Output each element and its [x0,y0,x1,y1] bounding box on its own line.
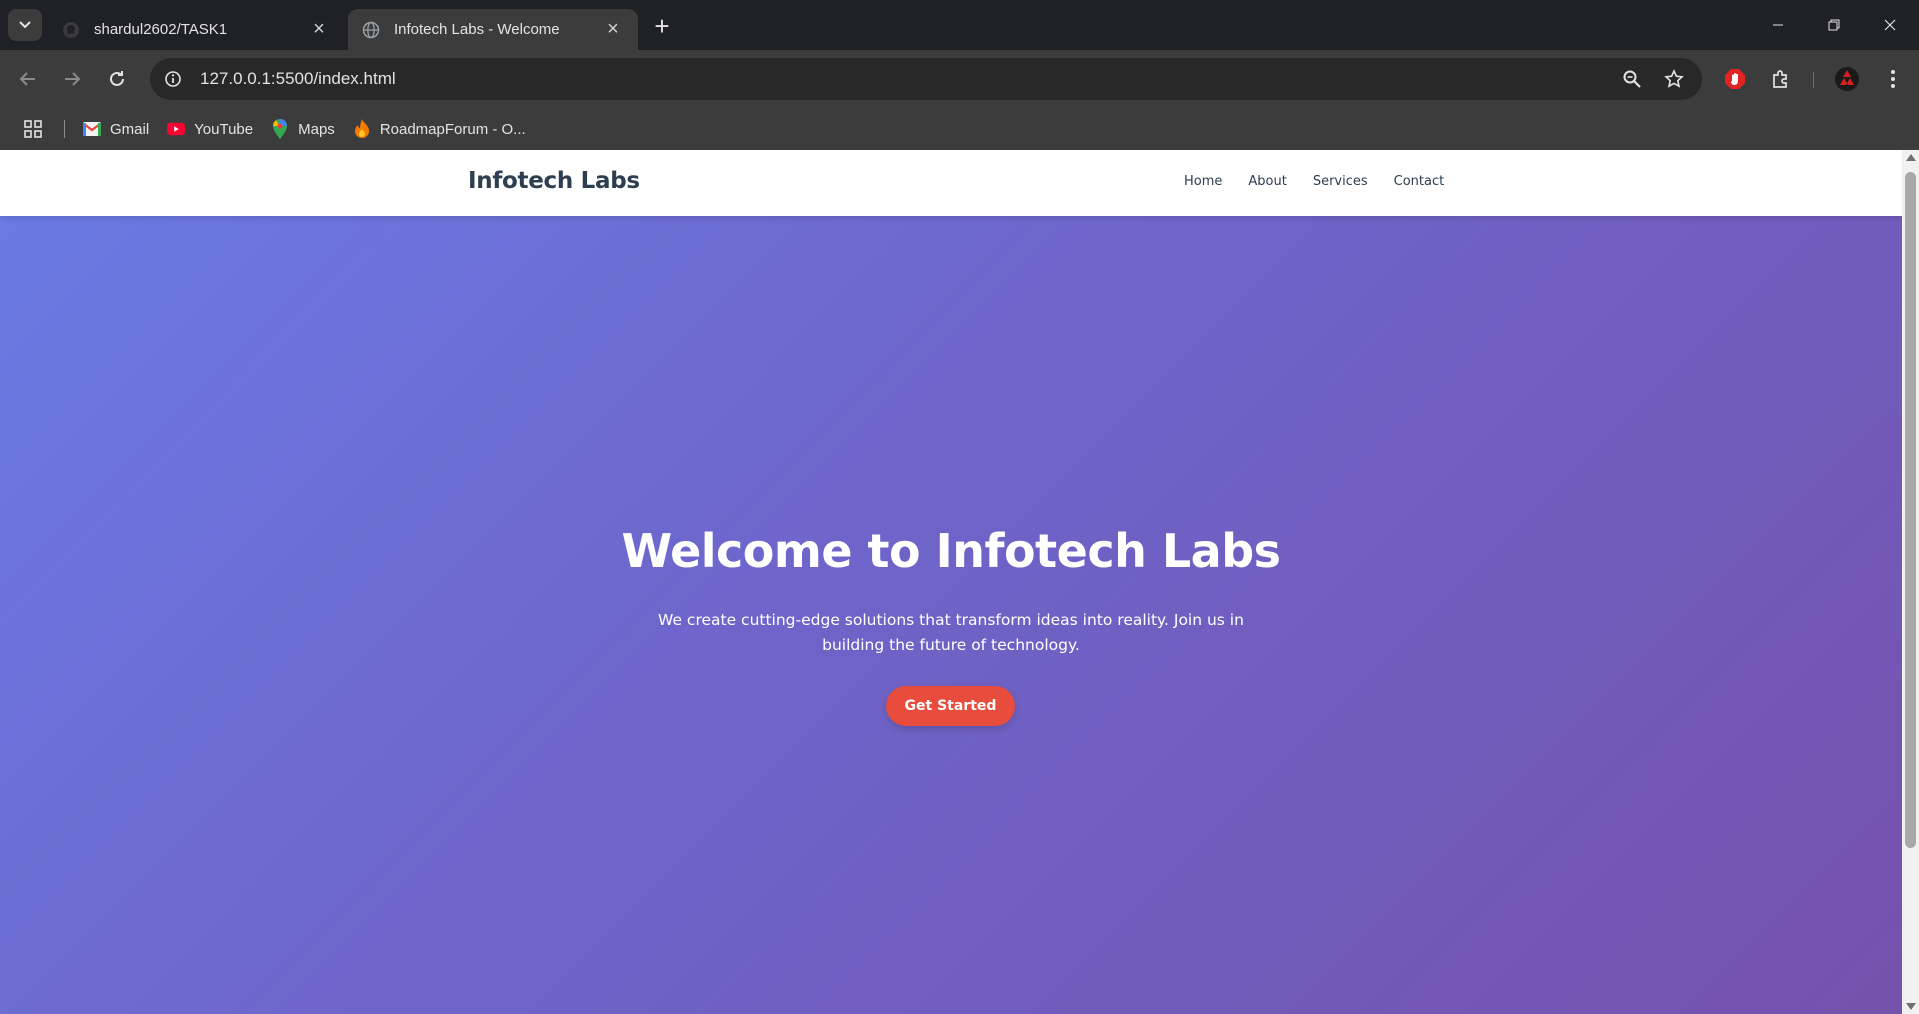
tab-title: Infotech Labs - Welcome [394,21,560,38]
site-header: Infotech Labs Home About Services Contac… [0,150,1902,216]
bookmark-maps[interactable]: Maps [271,119,335,139]
browser-toolbar: 127.0.0.1:5500/index.html [0,50,1919,108]
scroll-up-arrow-icon[interactable] [1906,154,1916,161]
tab-title: shardul2602/TASK1 [94,21,228,38]
new-tab-button[interactable]: + [648,11,676,41]
bookmark-label: YouTube [194,120,254,138]
hero-subtitle: We create cutting-edge solutions that tr… [658,611,1244,654]
arrow-right-icon [65,72,81,86]
hero-section: Welcome to Infotech Labs We create cutti… [0,216,1902,1014]
site-info-icon[interactable] [158,64,188,94]
tab-github[interactable]: shardul2602/TASK1 × [48,9,344,50]
bookmark-roadmapforum[interactable]: RoadmapForum - O... [353,119,526,138]
nav-link-about[interactable]: About [1248,174,1286,189]
bookmark-youtube[interactable]: YouTube [167,120,253,138]
bookmarks-bar: Gmail YouTube Maps RoadmapForum - O... [0,108,1919,150]
gmail-icon [83,120,101,138]
hero-title: Welcome to Infotech Labs [621,524,1281,578]
close-icon[interactable]: × [308,18,330,41]
maps-icon [271,119,289,139]
profile-avatar[interactable] [1830,62,1864,96]
youtube-icon [167,120,186,138]
bookmark-gmail[interactable]: Gmail [83,120,149,138]
url-text[interactable]: 127.0.0.1:5500/index.html [200,69,1614,89]
get-started-button[interactable]: Get Started [886,686,1015,726]
scroll-down-arrow-icon[interactable] [1906,1003,1916,1010]
scrollbar-thumb[interactable] [1905,172,1916,848]
nav-link-home[interactable]: Home [1184,174,1222,189]
bookmark-label: Gmail [110,120,150,138]
more-menu-icon[interactable] [1876,62,1910,96]
restore-button[interactable] [1806,0,1862,50]
tab-strip: shardul2602/TASK1 × Infotech Labs - Welc… [0,0,1919,50]
address-bar[interactable]: 127.0.0.1:5500/index.html [150,58,1702,100]
close-icon [1884,19,1896,31]
zoom-icon[interactable] [1614,61,1650,97]
tab-search-button[interactable] [8,9,42,41]
nav-link-services[interactable]: Services [1313,174,1368,189]
minimize-icon [1773,24,1783,26]
adblock-extension-icon[interactable] [1718,62,1752,96]
tab-infotech[interactable]: Infotech Labs - Welcome × [348,9,638,50]
back-button[interactable] [10,61,46,97]
window-close-button[interactable] [1862,0,1918,50]
close-icon[interactable]: × [602,18,624,41]
nav-link-contact[interactable]: Contact [1394,174,1445,189]
page-viewport: Infotech Labs Home About Services Contac… [0,150,1902,1014]
minimize-button[interactable] [1750,0,1806,50]
page-scrollbar[interactable] [1902,150,1919,1014]
toolbar-divider [1813,72,1814,88]
bookmarks-separator [64,120,65,138]
reload-icon [110,71,124,86]
chevron-down-icon [19,21,31,29]
arrow-left-icon [19,72,35,86]
extensions-puzzle-icon[interactable] [1764,62,1798,96]
apps-grid-icon[interactable] [20,116,46,142]
bookmark-label: Maps [298,120,335,138]
bookmark-label: RoadmapForum - O... [379,120,526,138]
site-nav: Home About Services Contact [1184,174,1470,189]
restore-icon [1828,19,1840,31]
reload-button[interactable] [99,61,135,97]
site-logo[interactable]: Infotech Labs [468,168,640,194]
forward-button[interactable] [54,61,90,97]
fire-icon [353,119,371,138]
github-icon [62,21,80,39]
globe-icon [362,21,380,39]
bookmark-star-icon[interactable] [1656,61,1692,97]
